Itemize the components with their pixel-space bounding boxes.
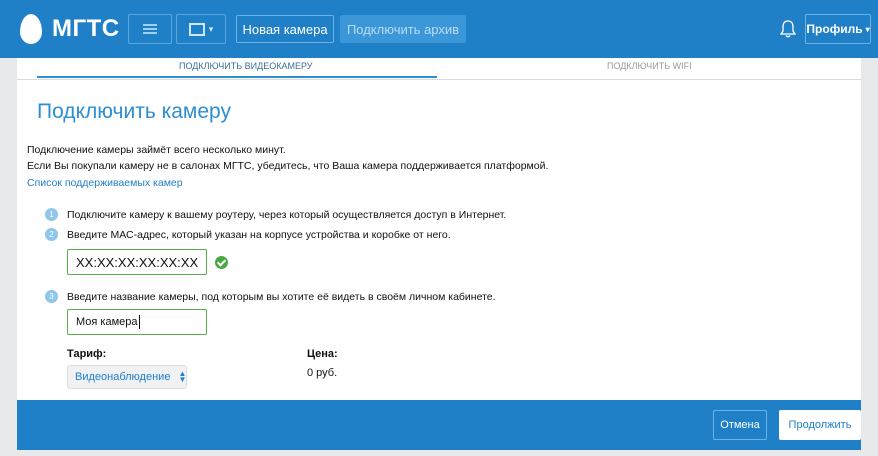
continue-button[interactable]: Продолжить bbox=[779, 410, 861, 440]
chevron-down-icon: ▾ bbox=[208, 23, 214, 34]
tariff-selected-value: Видеонаблюдение bbox=[75, 371, 171, 383]
step-text: Введите МАС-адрес, который указан на кор… bbox=[67, 228, 451, 241]
intro-text-1: Подключение камеры займёт всего нескольк… bbox=[27, 144, 286, 156]
profile-label: Профиль bbox=[806, 22, 863, 36]
connect-camera-card: подключить видеокамеру подключить wifi П… bbox=[17, 58, 861, 450]
form-footer: Отмена Продолжить bbox=[17, 400, 861, 450]
intro-text-2: Если Вы покупали камеру не в салонах МГТ… bbox=[27, 160, 549, 172]
camera-name-input[interactable]: Моя камера bbox=[67, 309, 207, 335]
text-cursor bbox=[138, 315, 140, 329]
view-icon bbox=[188, 22, 205, 36]
chevron-down-icon: ▾ bbox=[865, 24, 870, 34]
page-title: Подключить камеру bbox=[37, 100, 231, 123]
select-arrows-icon: ▲ ▼ bbox=[178, 369, 187, 384]
active-tab-indicator bbox=[37, 76, 437, 78]
profile-menu-button[interactable]: Профиль ▾ bbox=[805, 14, 871, 44]
tab-connect-wifi[interactable]: подключить wifi bbox=[607, 61, 692, 71]
logo-icon bbox=[20, 14, 42, 44]
bell-icon[interactable] bbox=[780, 20, 796, 38]
camera-name-value: Моя камера bbox=[76, 316, 138, 328]
view-dropdown-button[interactable]: ▾ bbox=[176, 14, 226, 44]
step-text: Подключите камеру к вашему роутеру, чере… bbox=[67, 208, 507, 221]
logo[interactable]: МГТС bbox=[20, 12, 120, 46]
price-value: 0 руб. bbox=[307, 367, 338, 379]
step-number: 2 bbox=[45, 228, 58, 241]
tariff-select[interactable]: Видеонаблюдение ▲ ▼ bbox=[67, 365, 187, 389]
new-camera-button[interactable]: Новая камера bbox=[236, 15, 334, 43]
step-2: 2 Введите МАС-адрес, который указан на к… bbox=[45, 228, 451, 241]
mac-address-input[interactable]: XX:XX:XX:XX:XX:XX bbox=[67, 249, 207, 275]
connect-archive-button[interactable]: Подключить архив bbox=[340, 15, 466, 43]
step-text: Введите название камеры, под которым вы … bbox=[67, 290, 496, 303]
tab-connect-camera[interactable]: подключить видеокамеру bbox=[179, 61, 313, 71]
supported-cameras-link[interactable]: Список поддерживаемых камер bbox=[27, 177, 183, 189]
logo-text: МГТС bbox=[52, 15, 120, 42]
subtabs: подключить видеокамеру подключить wifi bbox=[17, 58, 861, 80]
tariff-label: Тариф: bbox=[67, 348, 107, 360]
price-label: Цена: bbox=[307, 348, 338, 360]
cancel-button[interactable]: Отмена bbox=[713, 410, 767, 440]
step-3: 3 Введите название камеры, под которым в… bbox=[45, 290, 496, 303]
step-1: 1 Подключите камеру к вашему роутеру, че… bbox=[45, 208, 506, 221]
menu-button[interactable] bbox=[128, 14, 172, 44]
top-bar: МГТС ▾ Новая камера Подключить архив Про… bbox=[0, 0, 878, 58]
step-number: 3 bbox=[45, 290, 58, 303]
menu-icon bbox=[143, 24, 157, 34]
check-icon bbox=[215, 256, 228, 269]
step-number: 1 bbox=[45, 208, 58, 221]
